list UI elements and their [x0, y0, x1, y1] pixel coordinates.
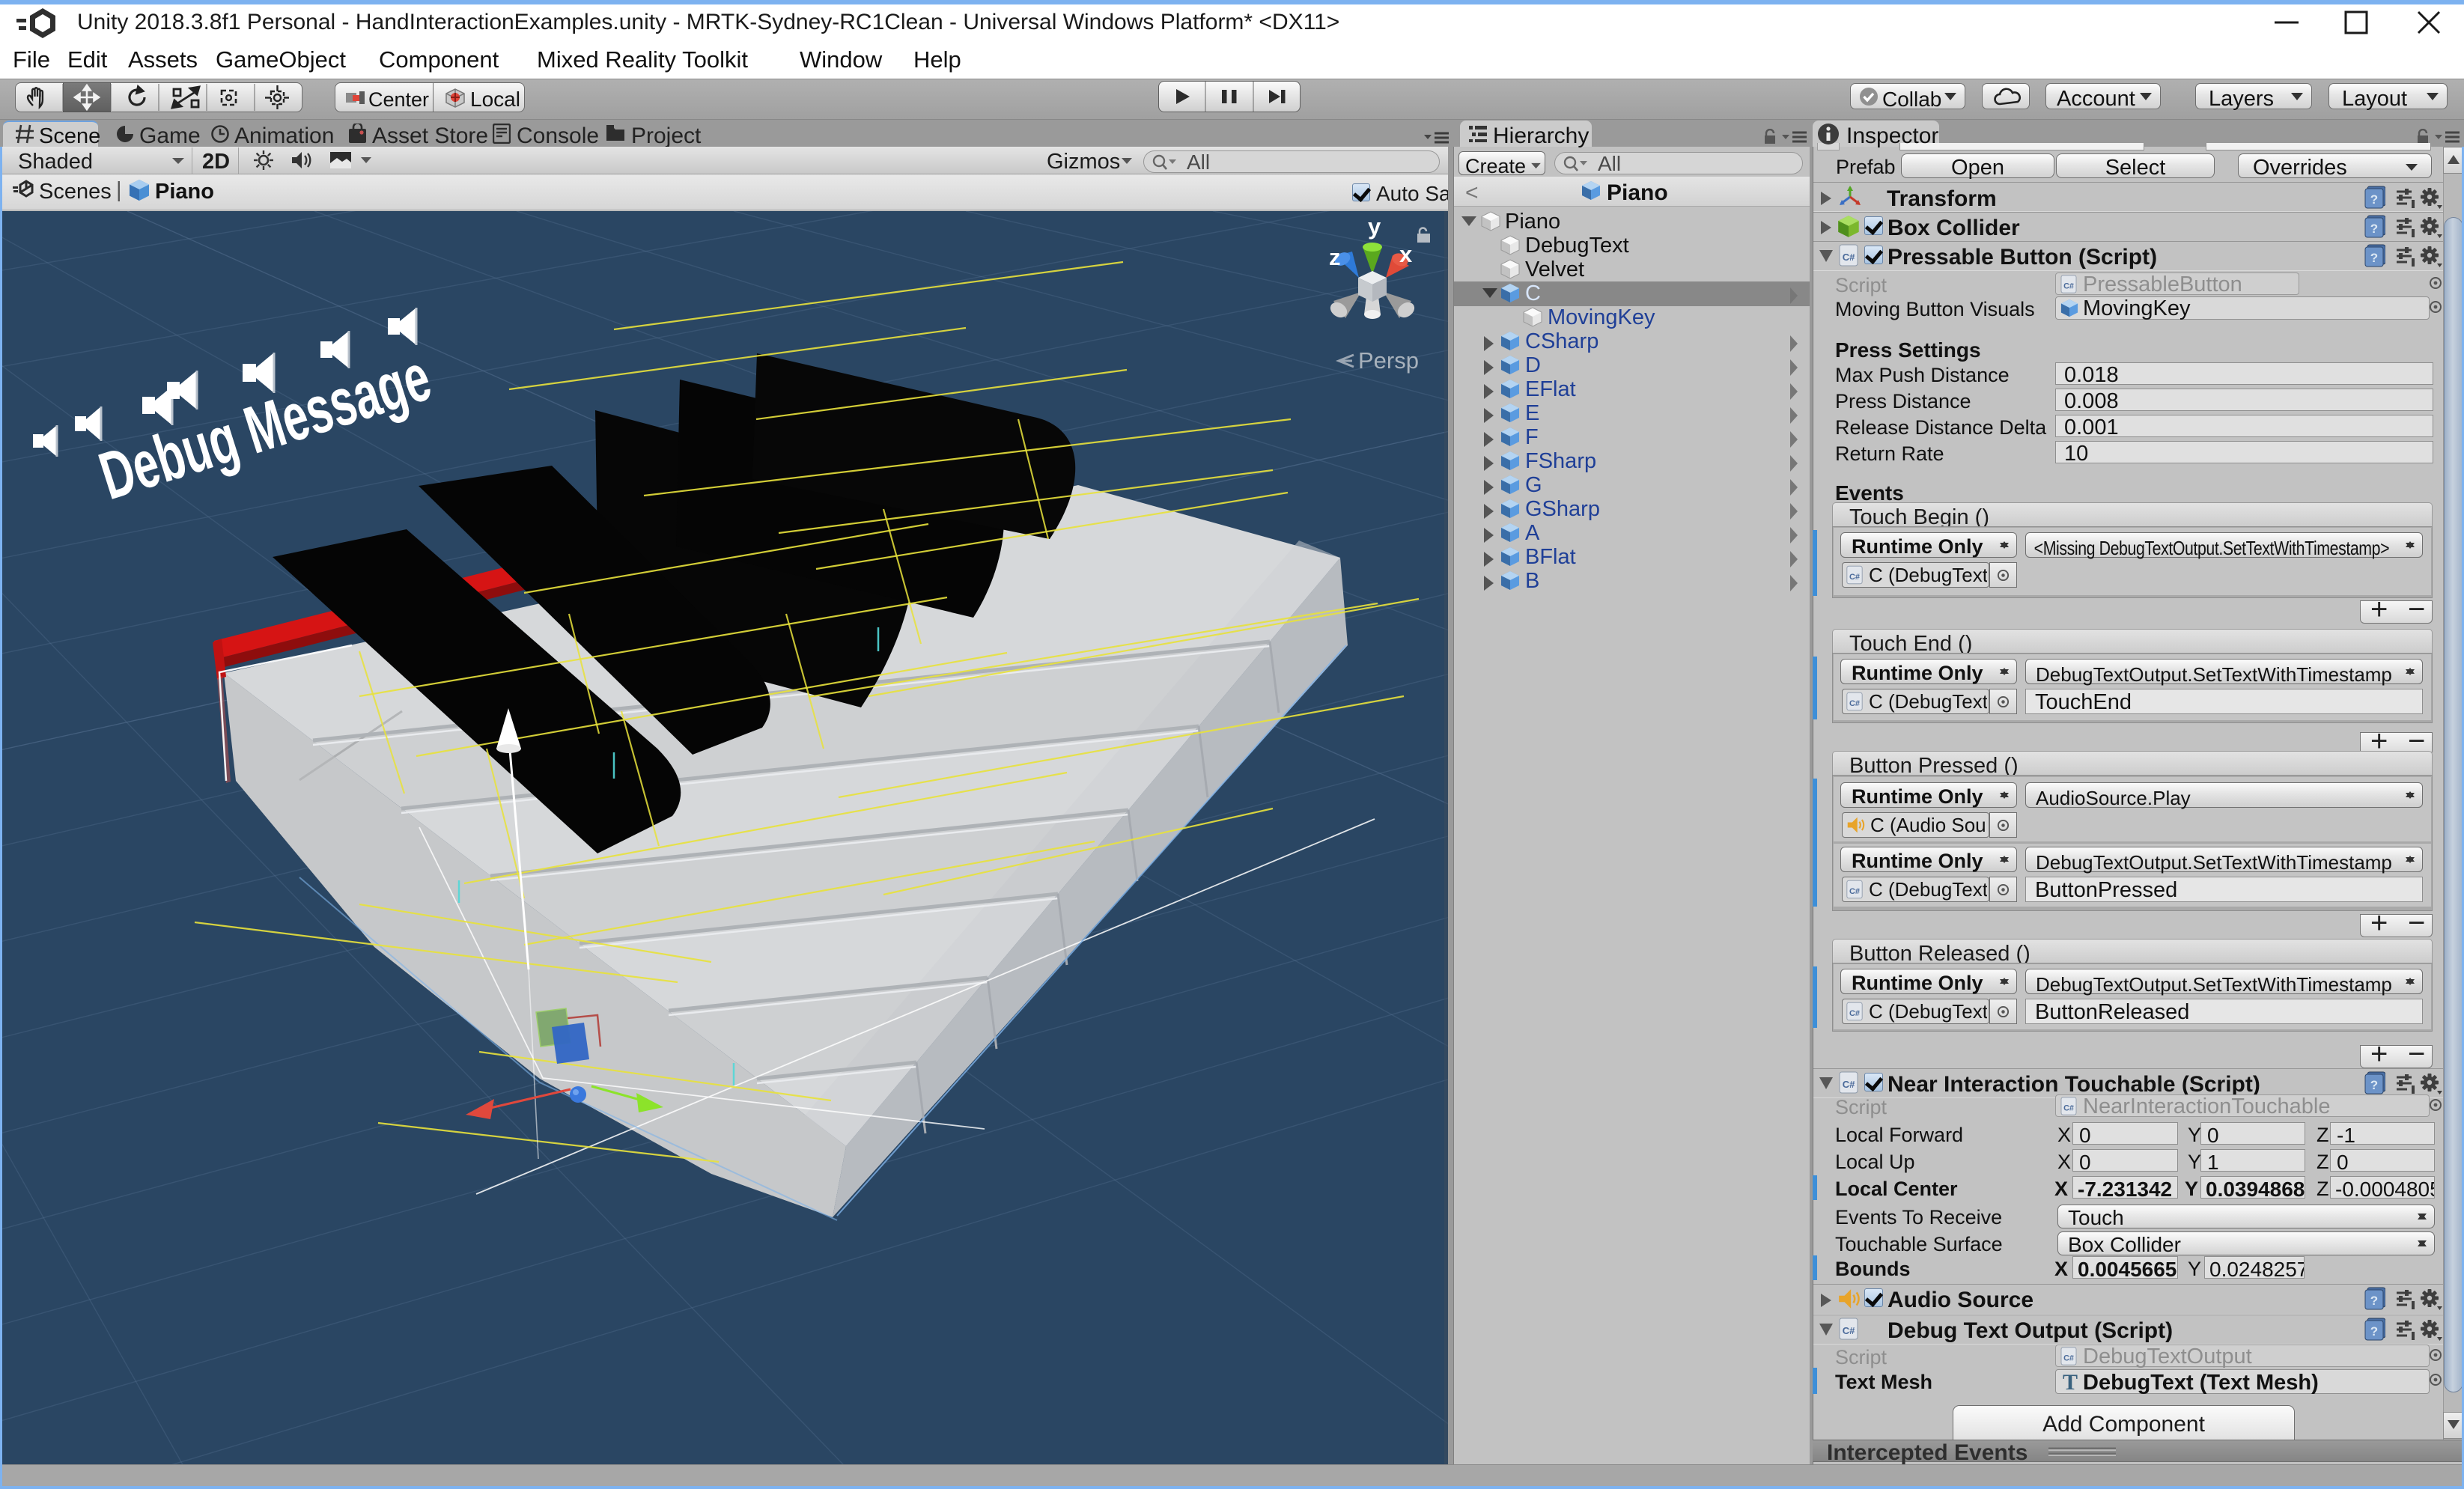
- svg-text:FSharp: FSharp: [1525, 449, 1596, 473]
- svg-text:CSharp: CSharp: [1525, 329, 1598, 353]
- svg-text:DebugText: DebugText: [1525, 234, 1629, 258]
- svg-text:G: G: [1525, 473, 1542, 497]
- svg-text:GSharp: GSharp: [1525, 497, 1600, 521]
- svg-text:C: C: [1525, 281, 1541, 305]
- svg-text:y: y: [1368, 213, 1381, 240]
- svg-text:Velvet: Velvet: [1525, 258, 1584, 281]
- svg-text:D: D: [1525, 353, 1541, 377]
- svg-text:BFlat: BFlat: [1525, 545, 1576, 569]
- svg-text:z: z: [1329, 244, 1341, 270]
- svg-text:MovingKey: MovingKey: [1548, 305, 1655, 329]
- svg-text:x: x: [1399, 241, 1413, 267]
- svg-text:Persp: Persp: [1358, 347, 1419, 374]
- svg-text:Piano: Piano: [1505, 210, 1560, 234]
- svg-text:B: B: [1525, 569, 1539, 593]
- svg-text:F: F: [1525, 425, 1539, 449]
- svg-text:E: E: [1525, 401, 1539, 425]
- svg-text:EFlat: EFlat: [1525, 377, 1576, 401]
- svg-text:A: A: [1525, 521, 1540, 545]
